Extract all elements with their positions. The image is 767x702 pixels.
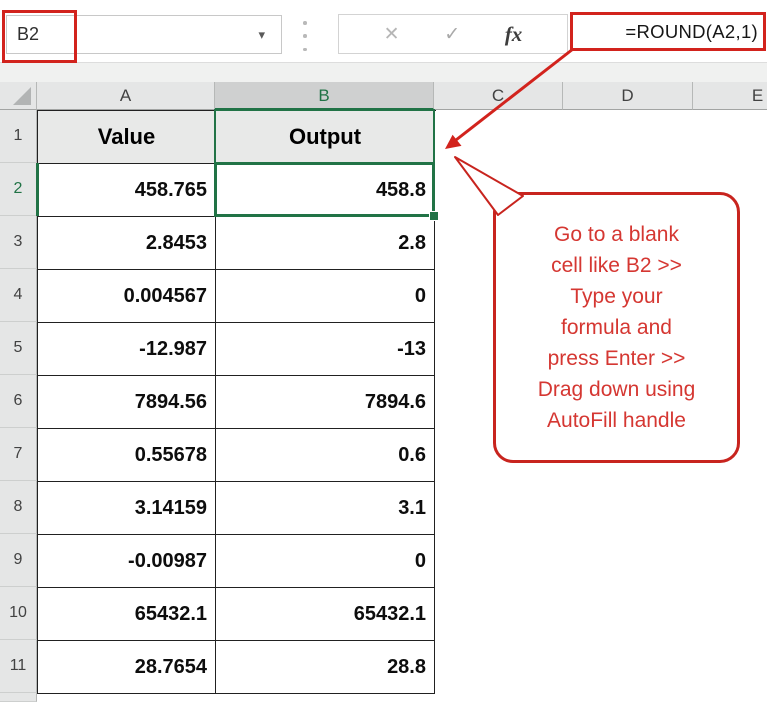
column-header-b-selected[interactable]: B <box>215 82 434 110</box>
cell-b5[interactable]: -13 <box>216 323 435 376</box>
row-header-3[interactable]: 3 <box>0 216 37 269</box>
column-header-c[interactable]: C <box>434 82 563 110</box>
select-all-triangle-icon <box>13 87 31 105</box>
cell-a4[interactable]: 0.004567 <box>38 270 216 323</box>
cell-a11[interactable]: 28.7654 <box>38 641 216 694</box>
cell-a10[interactable]: 65432.1 <box>38 588 216 641</box>
cell-b8[interactable]: 3.1 <box>216 482 435 535</box>
cell-a8[interactable]: 3.14159 <box>38 482 216 535</box>
cell-b11[interactable]: 28.8 <box>216 641 435 694</box>
formula-bar-separator <box>303 21 307 51</box>
cell-a1[interactable]: Value <box>38 111 216 164</box>
row-header-10[interactable]: 10 <box>0 587 37 640</box>
row-header-6[interactable]: 6 <box>0 375 37 428</box>
formula-input-highlight-rectangle: =ROUND(A2,1) <box>570 12 766 51</box>
active-cell-border <box>214 162 435 217</box>
chevron-down-icon[interactable]: ▾ <box>258 16 265 53</box>
callout-text-line: Type your <box>570 285 663 308</box>
select-all-button[interactable] <box>0 82 37 110</box>
cell-b9[interactable]: 0 <box>216 535 435 588</box>
row-header-11[interactable]: 11 <box>0 640 37 693</box>
row-2-selection-accent <box>36 163 39 216</box>
callout-text-line: Go to a blank <box>554 223 679 246</box>
formula-bar-gap <box>0 62 767 82</box>
row-header-1[interactable]: 1 <box>0 110 37 163</box>
cell-a6[interactable]: 7894.56 <box>38 376 216 429</box>
autofill-handle[interactable] <box>429 211 439 221</box>
instruction-callout: Go to a blank cell like B2 >> Type your … <box>493 192 740 463</box>
cell-b1[interactable]: Output <box>216 111 435 164</box>
cell-b3[interactable]: 2.8 <box>216 217 435 270</box>
cell-b7[interactable]: 0.6 <box>216 429 435 482</box>
name-box-highlight-rectangle <box>2 10 77 63</box>
callout-text-line: press Enter >> <box>547 347 686 370</box>
enter-icon[interactable]: ✓ <box>444 23 460 46</box>
row-header-9[interactable]: 9 <box>0 534 37 587</box>
cell-b4[interactable]: 0 <box>216 270 435 323</box>
formula-bar-buttons: ✕ ✓ fx <box>338 14 568 54</box>
cancel-icon[interactable]: ✕ <box>384 23 400 46</box>
cell-b6[interactable]: 7894.6 <box>216 376 435 429</box>
column-header-d[interactable]: D <box>563 82 693 110</box>
cell-a3[interactable]: 2.8453 <box>38 217 216 270</box>
cell-a9[interactable]: -0.00987 <box>38 535 216 588</box>
callout-text-line: AutoFill handle <box>547 409 686 432</box>
callout-text-line: formula and <box>561 316 672 339</box>
callout-text-line: Drag down using <box>537 378 696 401</box>
row-header-4[interactable]: 4 <box>0 269 37 322</box>
row-header-12-partial[interactable] <box>0 693 37 702</box>
column-header-a[interactable]: A <box>37 82 215 110</box>
formula-input[interactable]: =ROUND(A2,1) <box>625 15 758 48</box>
cell-a7[interactable]: 0.55678 <box>38 429 216 482</box>
cell-b10[interactable]: 65432.1 <box>216 588 435 641</box>
row-header-5[interactable]: 5 <box>0 322 37 375</box>
column-header-e[interactable]: E <box>693 82 767 110</box>
row-header-7[interactable]: 7 <box>0 428 37 481</box>
callout-text-line: cell like B2 >> <box>551 254 682 277</box>
cell-a2[interactable]: 458.765 <box>38 164 216 217</box>
insert-function-icon[interactable]: fx <box>505 22 523 47</box>
cell-a5[interactable]: -12.987 <box>38 323 216 376</box>
row-header-8[interactable]: 8 <box>0 481 37 534</box>
formula-bar-strip: B2 ▾ ✕ ✓ fx =ROUND(A2,1) <box>0 0 767 63</box>
row-header-2-selected[interactable]: 2 <box>0 163 37 216</box>
